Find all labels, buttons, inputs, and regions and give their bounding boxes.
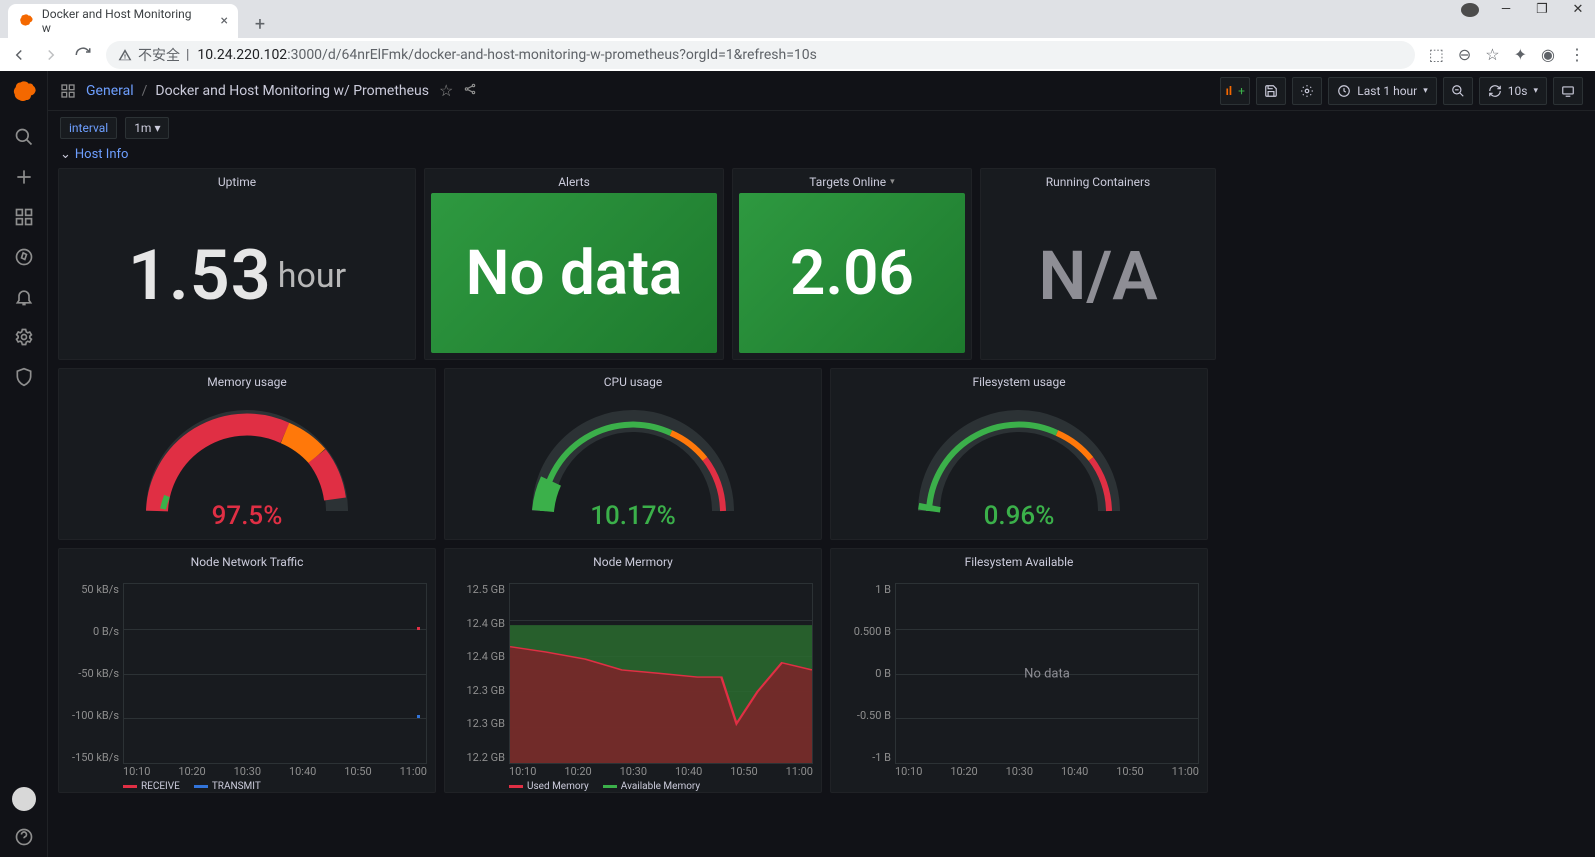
browser-tab[interactable]: Docker and Host Monitoring w × <box>8 4 238 38</box>
plot-area: No data <box>895 583 1199 764</box>
breadcrumb-folder[interactable]: General <box>86 83 134 99</box>
bookmark-star-icon[interactable]: ☆ <box>1485 45 1499 64</box>
account-dot-icon[interactable] <box>1461 3 1479 17</box>
user-avatar[interactable] <box>12 787 36 811</box>
grafana-favicon-icon <box>18 13 34 29</box>
x-axis: 10:1010:2010:3010:4010:5011:00 <box>895 765 1199 778</box>
gauge-arc <box>137 401 357 521</box>
row-header[interactable]: ⌄ Host Info <box>48 145 1595 168</box>
gauge-arc <box>909 401 1129 521</box>
explore-icon[interactable] <box>14 247 34 267</box>
x-axis: 10:1010:2010:3010:4010:5011:00 <box>123 765 427 778</box>
add-panel-button[interactable]: ıl+ <box>1220 77 1250 105</box>
gauge-arc <box>523 401 743 521</box>
time-range-button[interactable]: Last 1 hour ▾ <box>1328 77 1436 105</box>
tab-title: Docker and Host Monitoring w <box>42 7 203 35</box>
panel-memory-gauge[interactable]: Memory usage 97.5% <box>58 368 436 540</box>
plot-area <box>123 583 427 764</box>
dashboard-grid-icon <box>60 83 76 99</box>
main: General / Docker and Host Monitoring w/ … <box>48 71 1595 857</box>
shield-icon[interactable] <box>14 367 34 387</box>
panel-cpu-gauge[interactable]: CPU usage 10.17% <box>444 368 822 540</box>
x-axis: 10:1010:2010:3010:4010:5011:00 <box>509 765 813 778</box>
extensions-icon[interactable]: ✦ <box>1514 45 1527 64</box>
forward-button[interactable] <box>42 46 60 64</box>
y-axis: 50 kB/s0 B/s-50 kB/s-100 kB/s-150 kB/s <box>63 583 119 764</box>
panel-network-chart[interactable]: Node Network Traffic 50 kB/s0 B/s-50 kB/… <box>58 548 436 793</box>
reload-button[interactable] <box>74 46 92 64</box>
chevron-down-icon: ⌄ <box>60 147 71 162</box>
save-button[interactable] <box>1256 77 1286 105</box>
zoom-icon[interactable]: ⊖ <box>1458 45 1471 64</box>
favorite-star-icon[interactable]: ☆ <box>439 81 453 100</box>
panel-alerts[interactable]: Alerts No data <box>424 168 724 360</box>
browser-menu-icon[interactable]: ⋮ <box>1569 45 1585 64</box>
translate-icon[interactable]: ⬚ <box>1429 45 1444 64</box>
window-controls: — ❐ ✕ <box>1461 2 1587 17</box>
topbar: General / Docker and Host Monitoring w/ … <box>48 71 1595 111</box>
dashboards-icon[interactable] <box>14 207 34 227</box>
panel-uptime[interactable]: Uptime 1.53hour <box>58 168 416 360</box>
close-window-button[interactable]: ✕ <box>1569 2 1587 17</box>
settings-icon[interactable] <box>14 327 34 347</box>
panel-memory-chart[interactable]: Node Mermory 12.5 GB12.4 GB12.4 GB12.3 G… <box>444 548 822 793</box>
breadcrumb: General / Docker and Host Monitoring w/ … <box>86 83 429 99</box>
grafana-app: General / Docker and Host Monitoring w/ … <box>0 71 1595 857</box>
y-axis: 1 B0.500 B0 B-0.50 B-1 B <box>835 583 891 764</box>
url-origin: 10.24.220.102 <box>197 47 287 63</box>
share-icon[interactable] <box>463 81 477 100</box>
legend: RECEIVE TRANSMIT <box>123 781 261 792</box>
panels-area: Uptime 1.53hour Alerts No data Targets O… <box>48 168 1595 803</box>
help-icon[interactable] <box>14 827 34 847</box>
maximize-button[interactable]: ❐ <box>1533 2 1551 17</box>
zoom-out-button[interactable] <box>1443 77 1473 105</box>
tab-bar: Docker and Host Monitoring w × + — ❐ ✕ <box>0 0 1595 38</box>
refresh-button[interactable]: 10s ▾ <box>1479 77 1547 105</box>
grafana-logo-icon[interactable] <box>10 79 38 107</box>
sidebar <box>0 71 48 857</box>
insecure-badge: 不安全 | <box>118 45 189 65</box>
breadcrumb-title: Docker and Host Monitoring w/ Prometheus <box>155 83 429 99</box>
y-axis: 12.5 GB12.4 GB12.4 GB12.3 GB12.3 GB12.2 … <box>449 583 505 764</box>
panel-filesystem-chart[interactable]: Filesystem Available 1 B0.500 B0 B-0.50 … <box>830 548 1208 793</box>
search-icon[interactable] <box>14 127 34 147</box>
panel-fs-gauge[interactable]: Filesystem usage 0.96% <box>830 368 1208 540</box>
alerting-icon[interactable] <box>14 287 34 307</box>
plot-area <box>509 583 813 764</box>
cycle-view-button[interactable] <box>1553 77 1583 105</box>
panel-targets[interactable]: Targets Online ▾ 2.06 <box>732 168 972 360</box>
add-icon[interactable] <box>14 167 34 187</box>
minimize-button[interactable]: — <box>1497 2 1515 17</box>
variable-value[interactable]: 1m ▾ <box>125 117 169 139</box>
dashboard-settings-button[interactable] <box>1292 77 1322 105</box>
address-bar[interactable]: 不安全 | 10.24.220.102:3000/d/64nrElFmk/doc… <box>106 41 1415 69</box>
nav-bar: 不安全 | 10.24.220.102:3000/d/64nrElFmk/doc… <box>0 38 1595 71</box>
legend: Used Memory Available Memory <box>509 781 700 792</box>
panel-containers[interactable]: Running Containers N/A <box>980 168 1216 360</box>
close-tab-icon[interactable]: × <box>221 13 228 29</box>
variable-name: interval <box>60 117 117 139</box>
back-button[interactable] <box>10 46 28 64</box>
url-path: :3000/d/64nrElFmk/docker-and-host-monito… <box>287 47 817 63</box>
new-tab-button[interactable]: + <box>246 10 274 38</box>
browser-chrome: Docker and Host Monitoring w × + — ❐ ✕ 不… <box>0 0 1595 71</box>
profile-icon[interactable]: ◉ <box>1541 45 1555 64</box>
variable-bar: interval 1m ▾ <box>48 111 1595 145</box>
